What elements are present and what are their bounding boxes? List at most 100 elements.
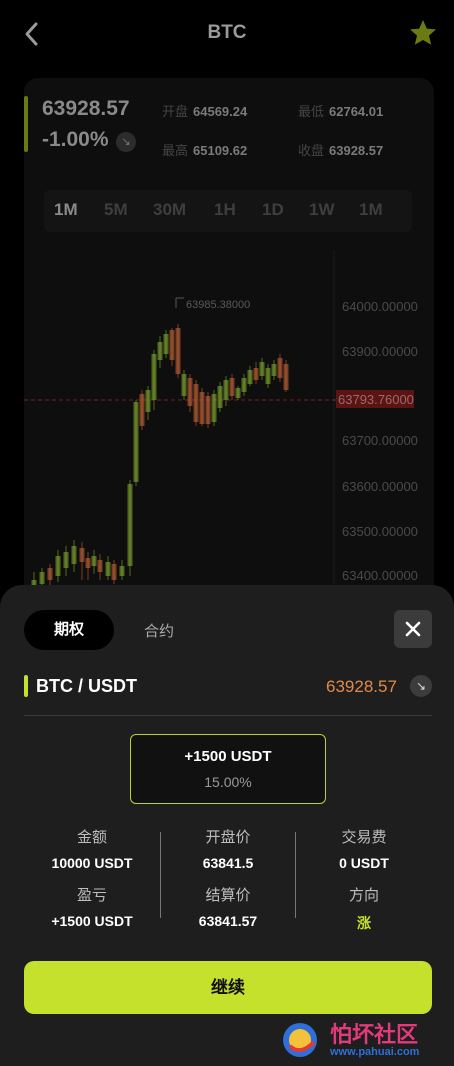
candle-body — [85, 558, 91, 568]
stat-low: 最低 62764.01 — [298, 101, 383, 120]
stat-high: 最高 65109.62 — [162, 140, 247, 159]
candle-body — [163, 334, 169, 354]
candle-body — [271, 364, 277, 376]
stat-close-value: 63928.57 — [329, 143, 384, 158]
header: BTC — [0, 0, 454, 70]
candle-body — [133, 402, 139, 482]
stat-low-label: 最低 — [298, 104, 325, 119]
timeframe-tab[interactable]: 1D — [262, 200, 284, 220]
stat-open: 开盘 64569.24 — [162, 101, 247, 120]
profit-box — [130, 734, 326, 804]
timeframe-tab[interactable]: 1M — [359, 200, 383, 220]
y-axis-label: 63600.00000 — [342, 479, 418, 494]
candle-body — [119, 566, 125, 576]
candle-body — [97, 560, 103, 572]
candle-body — [223, 380, 229, 400]
candle-body — [241, 378, 247, 392]
candle-body — [145, 390, 151, 412]
pnl-label: 盈亏 — [76, 887, 107, 904]
stat-high-value: 65109.62 — [193, 143, 248, 158]
candle-body — [187, 378, 193, 406]
watermark-text: 怕坏社区 — [330, 1022, 419, 1047]
candle-body — [127, 484, 133, 566]
settle-price-cell: 结算价 63841.57 — [168, 884, 288, 929]
tab-contract[interactable]: 合约 — [144, 620, 174, 641]
stat-open-value: 64569.24 — [193, 104, 248, 119]
y-axis-label: 63400.00000 — [342, 568, 418, 583]
settle-price-label: 结算价 — [205, 887, 251, 904]
column-separator — [295, 832, 296, 918]
stat-close-label: 收盘 — [298, 143, 325, 158]
settle-price-value: 63841.57 — [198, 913, 258, 929]
page-title: BTC — [207, 22, 247, 43]
timeframe-tab[interactable]: 1H — [214, 200, 236, 220]
high-price-marker: 63985.38000 — [186, 299, 250, 311]
candle-body — [39, 572, 45, 584]
timeframe-tab[interactable]: 1W — [309, 200, 335, 220]
open-price-value: 63841.5 — [202, 855, 254, 871]
y-axis-label: 63500.00000 — [342, 524, 418, 539]
candle-body — [259, 362, 265, 376]
favorite-star-icon[interactable] — [408, 18, 438, 48]
amount-value: 10000 USDT — [51, 855, 133, 871]
timeframe-tab[interactable]: 1M — [54, 200, 78, 220]
candle-body — [247, 370, 253, 384]
timeframe-tab[interactable]: 5M — [104, 200, 128, 220]
stat-high-label: 最高 — [162, 143, 189, 158]
candle-body — [181, 374, 187, 396]
close-icon — [405, 621, 421, 637]
pnl-cell: 盈亏 +1500 USDT — [32, 884, 152, 929]
current-price: 63928.57 — [42, 97, 130, 120]
direction-cell: 方向 涨 — [304, 884, 424, 933]
pair-price: 63928.57 — [326, 677, 397, 696]
candle-body — [47, 568, 53, 580]
candle-body — [265, 368, 271, 384]
candle-body — [157, 342, 163, 360]
candle-body — [199, 392, 205, 424]
fee-cell: 交易费 0 USDT — [304, 826, 424, 871]
candle-body — [63, 552, 69, 568]
candle-body — [139, 394, 145, 426]
y-axis-label: 64000.00000 — [342, 299, 418, 314]
stat-close: 收盘 63928.57 — [298, 140, 383, 159]
price-accent-bar — [24, 96, 28, 152]
y-axis-label: 63700.00000 — [342, 433, 418, 448]
arrow-down-right-icon: ↘ — [116, 132, 136, 152]
candlestick-chart: 64000.00000 63900.00000 63700.00000 6360… — [24, 250, 418, 590]
pair-label: BTC / USDT — [36, 676, 137, 696]
candle-body — [229, 378, 235, 396]
pair-accent-bar — [24, 675, 28, 697]
candle-body — [217, 386, 223, 408]
timeframe-tab[interactable]: 30M — [153, 200, 186, 220]
direction-value: 涨 — [357, 915, 371, 931]
candle-body — [79, 548, 85, 562]
pnl-value: +1500 USDT — [51, 913, 133, 929]
close-button[interactable] — [394, 610, 432, 648]
amount-cell: 金额 10000 USDT — [32, 826, 152, 871]
column-separator — [160, 832, 161, 918]
arrow-down-right-icon: ↘ — [410, 675, 432, 697]
candle-body — [211, 394, 217, 422]
candle-body — [283, 364, 289, 390]
candle-body — [55, 556, 61, 576]
candle-body — [111, 564, 117, 580]
candle-body — [175, 328, 181, 374]
candle-body — [253, 368, 259, 380]
profit-percent: 15.00% — [204, 774, 252, 790]
current-price-tag: 63793.76000 — [338, 392, 414, 407]
candle-body — [277, 358, 283, 378]
divider — [24, 715, 432, 716]
fee-value: 0 USDT — [339, 855, 389, 871]
candle-body — [169, 330, 175, 360]
candle-body — [235, 388, 241, 398]
open-price-label: 开盘价 — [205, 829, 251, 846]
tab-options[interactable]: 期权 — [24, 610, 114, 650]
price-change: -1.00% — [42, 128, 109, 151]
candle-body — [71, 546, 77, 564]
y-axis-label: 63900.00000 — [342, 344, 418, 359]
open-price-cell: 开盘价 63841.5 — [168, 826, 288, 871]
watermark-url: www.pahuai.com — [330, 1046, 420, 1058]
continue-button[interactable]: 继续 — [24, 961, 432, 1014]
candle-body — [151, 354, 157, 400]
stat-low-value: 62764.01 — [329, 104, 384, 119]
